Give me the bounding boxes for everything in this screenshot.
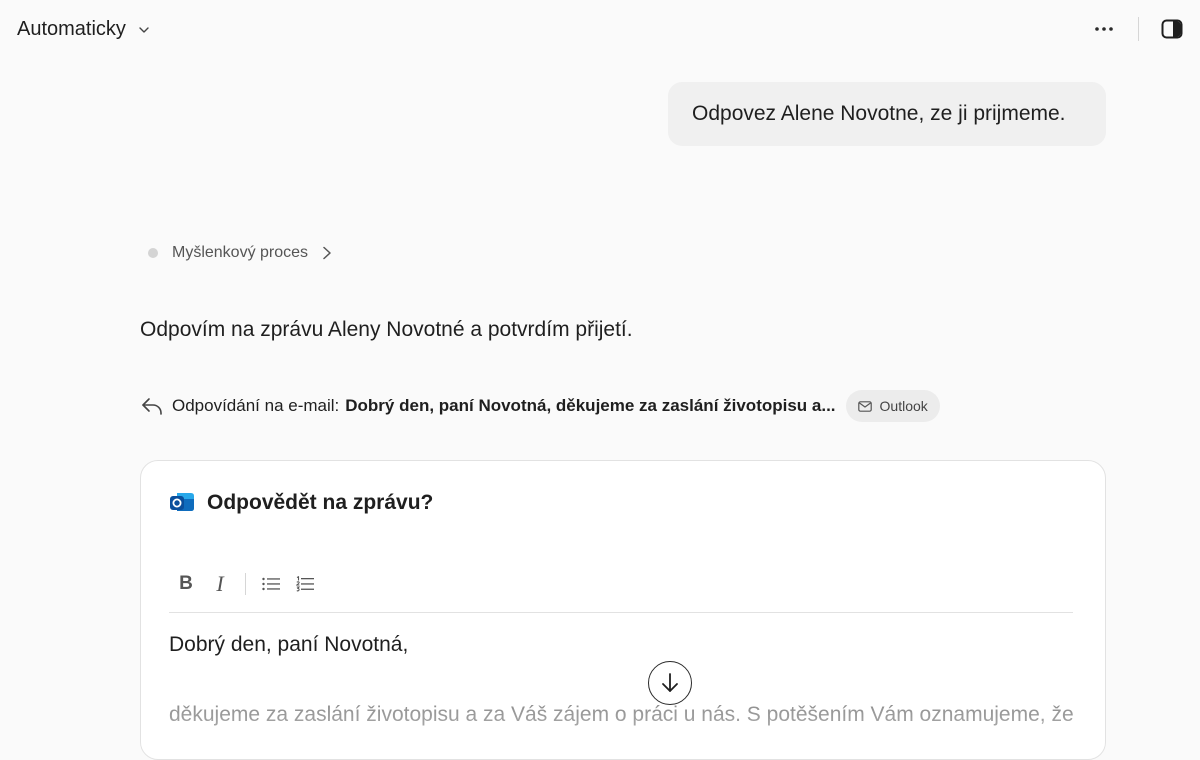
mail-icon xyxy=(857,400,872,412)
outlook-badge-label: Outlook xyxy=(879,398,928,414)
toolbar-divider xyxy=(1138,17,1139,41)
email-body[interactable]: děkujeme za zaslání životopisu a za Váš … xyxy=(169,703,1105,727)
mode-label: Automaticky xyxy=(17,18,126,40)
outlook-logo-icon xyxy=(170,493,194,511)
formatting-toolbar: B I xyxy=(169,565,1073,613)
reply-summary: Odpovídání na e-mail: Dobrý den, paní No… xyxy=(140,390,940,422)
top-bar: Automaticky xyxy=(0,0,1200,60)
chevron-down-icon xyxy=(139,26,149,33)
reply-prefix: Odpovídání na e-mail: xyxy=(172,396,340,415)
card-header: Odpovědět na zprávu? xyxy=(169,491,433,515)
bullet-list-icon xyxy=(262,577,280,590)
reply-arrow-icon xyxy=(142,398,162,415)
reply-subject: Dobrý den, paní Novotná, děkujeme za zas… xyxy=(345,396,836,415)
numbered-list-icon xyxy=(296,575,314,591)
bold-button[interactable]: B xyxy=(169,568,203,600)
thought-process-toggle[interactable]: Myšlenkový proces xyxy=(148,244,332,262)
numbered-list-button[interactable] xyxy=(288,568,322,600)
more-horizontal-icon xyxy=(1095,27,1113,31)
scroll-to-bottom-button[interactable] xyxy=(648,661,692,705)
outlook-source-badge[interactable]: Outlook xyxy=(845,390,940,422)
thought-process-label: Myšlenkový proces xyxy=(172,244,309,261)
mode-selector[interactable]: Automaticky xyxy=(17,18,150,41)
status-dot-icon xyxy=(148,248,158,258)
chevron-right-icon xyxy=(323,246,331,260)
card-title: Odpovědět na zprávu? xyxy=(207,491,434,514)
italic-button[interactable]: I xyxy=(203,568,237,600)
side-panel-icon xyxy=(1161,19,1183,39)
user-message-text: Odpovez Alene Novotne, ze ji prijmeme. xyxy=(692,102,1066,125)
toolbar-separator xyxy=(245,572,246,595)
assistant-message: Odpovím na zprávu Aleny Novotné a potvrd… xyxy=(140,318,633,341)
reply-draft-card: Odpovědět na zprávu? B I Dobrý den, paní… xyxy=(140,460,1106,760)
more-options-button[interactable] xyxy=(1090,14,1118,44)
toggle-side-panel-button[interactable] xyxy=(1158,14,1186,44)
bullet-list-button[interactable] xyxy=(254,568,288,600)
user-message-bubble: Odpovez Alene Novotne, ze ji prijmeme. xyxy=(668,82,1106,146)
email-greeting[interactable]: Dobrý den, paní Novotná, xyxy=(169,633,408,657)
arrow-down-icon xyxy=(662,673,678,692)
